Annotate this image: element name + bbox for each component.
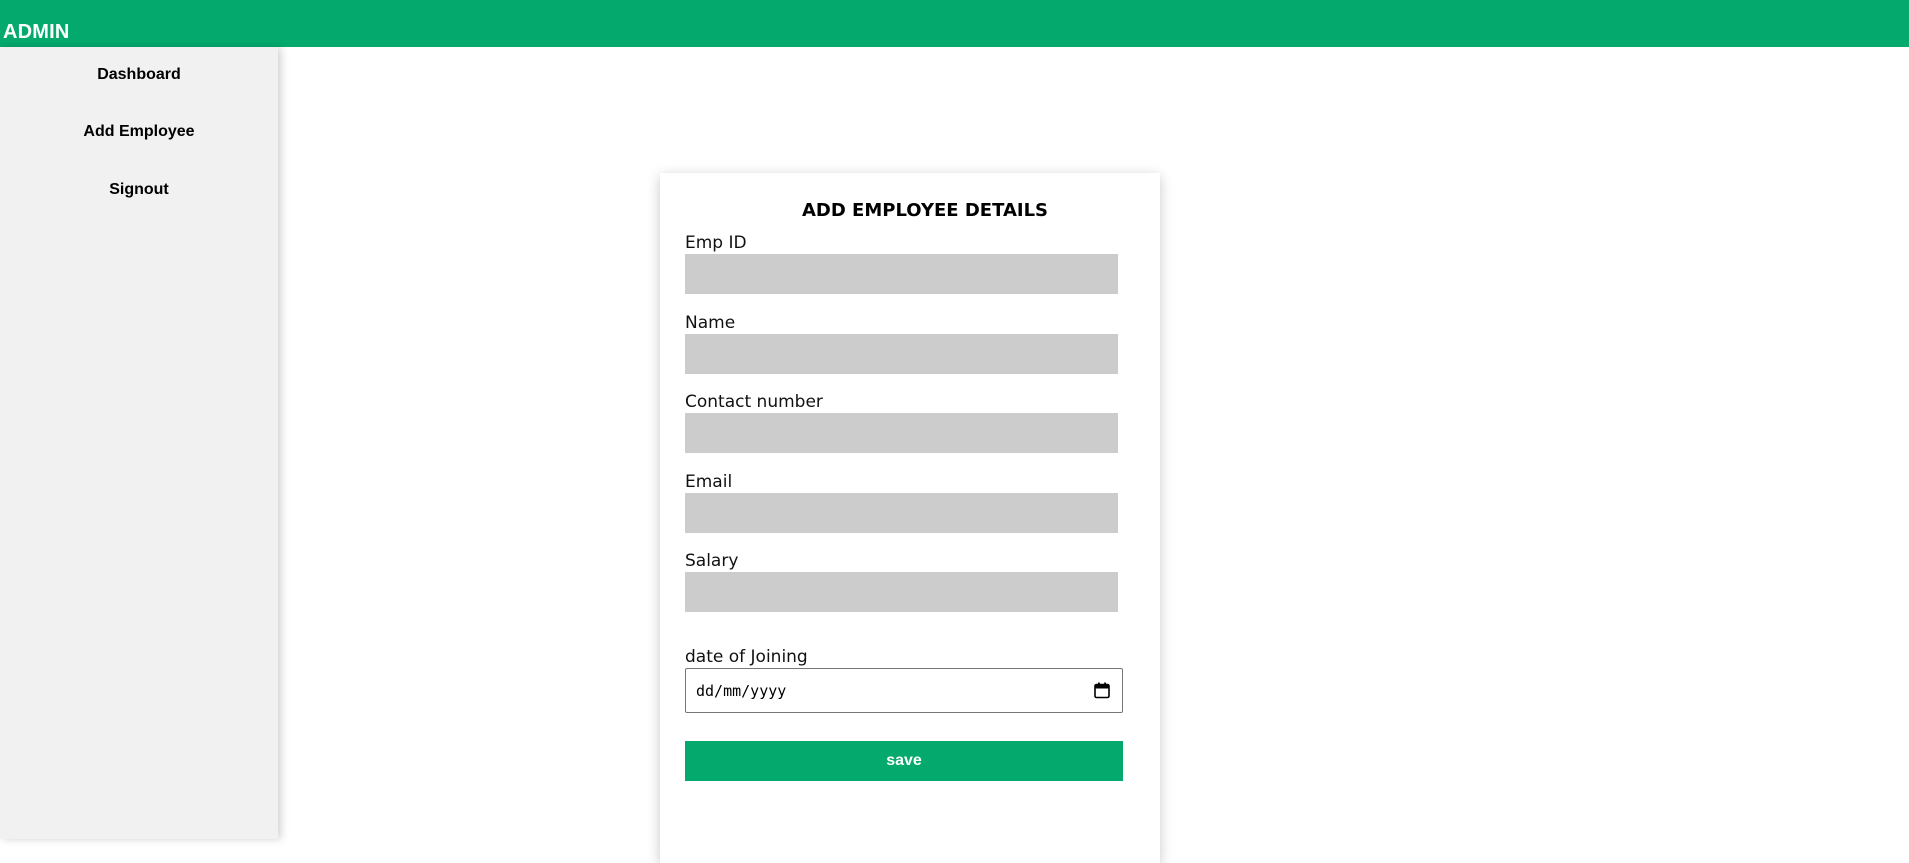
form-title: ADD EMPLOYEE DETAILS xyxy=(801,200,1049,221)
emp-id-label: Emp ID xyxy=(685,233,747,253)
name-label: Name xyxy=(685,313,736,333)
salary-input[interactable] xyxy=(685,572,1118,612)
sidebar-item-add-employee[interactable]: Add Employee xyxy=(0,103,278,161)
top-bar: ADMIN xyxy=(0,0,1909,47)
salary-label: Salary xyxy=(685,551,739,571)
calendar-icon[interactable] xyxy=(1094,682,1110,699)
name-input[interactable] xyxy=(685,334,1118,374)
save-button[interactable]: save xyxy=(685,741,1123,781)
brand-title: ADMIN xyxy=(3,21,70,43)
emp-id-input[interactable] xyxy=(685,254,1118,294)
sidebar: Dashboard Add Employee Signout xyxy=(0,47,278,839)
date-of-joining-input[interactable]: dd/mm/yyyy xyxy=(685,668,1123,713)
email-input[interactable] xyxy=(685,493,1118,533)
contact-number-label: Contact number xyxy=(685,392,823,412)
date-of-joining-label: date of Joining xyxy=(685,647,808,667)
contact-number-input[interactable] xyxy=(685,413,1118,453)
email-label: Email xyxy=(685,472,733,492)
sidebar-item-dashboard[interactable]: Dashboard xyxy=(0,47,278,103)
add-employee-form: ADD EMPLOYEE DETAILS Emp ID Name Contact… xyxy=(660,173,1160,863)
sidebar-item-signout[interactable]: Signout xyxy=(0,161,278,219)
date-placeholder: dd/mm/yyyy xyxy=(696,681,787,700)
